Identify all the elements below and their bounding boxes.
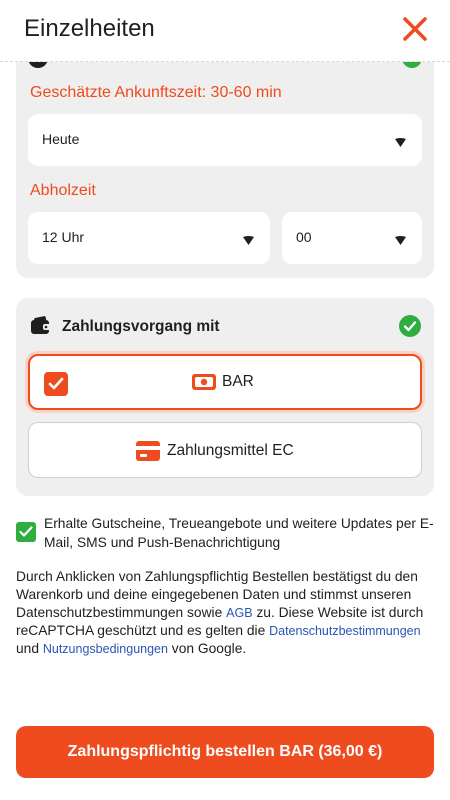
minute-value: 00 bbox=[296, 229, 312, 245]
card-icon bbox=[136, 441, 160, 466]
payment-option-ec[interactable]: Zahlungsmittel EC bbox=[28, 422, 422, 478]
newsletter-text: Erhalte Gutscheine, Treueangebote und we… bbox=[44, 516, 434, 550]
payment-option-label: BAR bbox=[222, 373, 254, 390]
cash-icon bbox=[192, 372, 216, 397]
eta-label: Geschätzte Ankunftszeit: 30-60 min bbox=[30, 84, 282, 101]
hour-select[interactable]: 12 Uhr bbox=[28, 212, 270, 264]
chevron-down-icon bbox=[395, 233, 406, 245]
terms-link[interactable]: Nutzungsbedingungen bbox=[43, 642, 168, 656]
legal-text: Durch Anklicken von Zahlungspflichtig Be… bbox=[16, 568, 434, 658]
legal-text-part: und bbox=[16, 641, 43, 656]
legal-text-part: von Google. bbox=[167, 641, 247, 656]
pickup-time-label: Abholzeit bbox=[30, 182, 96, 199]
wallet-icon bbox=[30, 316, 52, 336]
day-value: Heute bbox=[42, 131, 80, 147]
close-icon[interactable] bbox=[400, 14, 430, 44]
payment-option-label: Zahlungsmittel EC bbox=[167, 442, 294, 459]
minute-select[interactable]: 00 bbox=[282, 212, 422, 264]
chevron-down-icon bbox=[243, 233, 254, 245]
check-circle-icon bbox=[399, 315, 421, 337]
order-button[interactable]: Zahlungspflichtig bestellen BAR (36,00 €… bbox=[16, 726, 434, 778]
page-title: Einzelheiten bbox=[24, 15, 155, 42]
hour-value: 12 Uhr bbox=[42, 229, 85, 245]
payment-option-bar[interactable]: BAR bbox=[28, 354, 422, 410]
day-select[interactable]: Heute bbox=[28, 114, 422, 166]
newsletter-checkbox[interactable] bbox=[16, 522, 36, 542]
header: Einzelheiten bbox=[0, 0, 450, 62]
payment-title: Zahlungsvorgang mit bbox=[62, 318, 220, 335]
selected-checkbox[interactable] bbox=[44, 372, 68, 396]
agb-link[interactable]: AGB bbox=[226, 606, 252, 620]
privacy-link[interactable]: Datenschutzbestimmungen bbox=[269, 624, 420, 638]
chevron-down-icon bbox=[395, 135, 406, 147]
